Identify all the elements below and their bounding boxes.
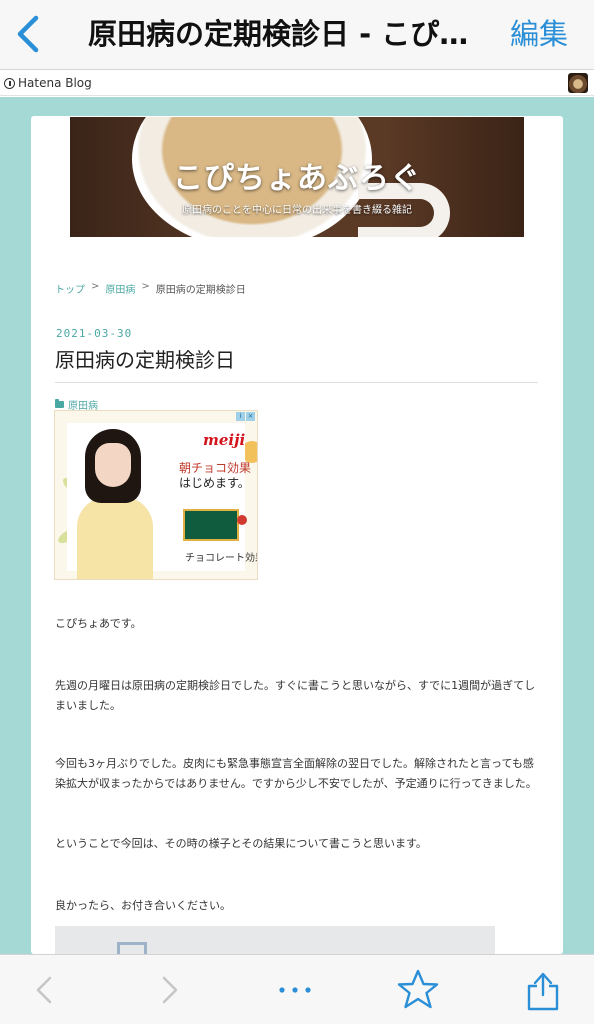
star-icon[interactable] (393, 965, 443, 1015)
more-icon[interactable] (270, 965, 320, 1015)
paragraph: ということで今回は、その時の様子とその結果について書こうと思います。 (55, 837, 427, 850)
hatena-logo-label: Hatena Blog (18, 76, 92, 90)
ad-product-name: チョコレート効果 (185, 553, 258, 564)
blog-header-banner[interactable]: こぴちょあぶろぐ 原田病のことを中心に日常の出来事を書き綴る雑記 (70, 117, 524, 237)
hatena-blog-bar: Hatena Blog (0, 71, 594, 96)
share-icon[interactable] (518, 965, 568, 1015)
ad-model-photo (77, 429, 155, 579)
breadcrumb-current: 原田病の定期検診日 (155, 285, 246, 296)
chevron-right-icon[interactable] (144, 965, 194, 1015)
hatena-logo-icon (4, 77, 15, 89)
advertisement-banner[interactable]: meiji 朝チョコ効果 はじめます。 チョコレート効果 i × (54, 410, 258, 580)
paragraph: 良かったら、お付き合いください。 (55, 899, 231, 912)
user-avatar[interactable] (568, 73, 588, 93)
paragraph: 先週の月曜日は原田病の定期検診日でした。すぐに書こうと思いながら、すでに1週間が… (55, 679, 536, 712)
ad-product-box (183, 509, 247, 541)
breadcrumb-top-link[interactable]: トップ (55, 281, 85, 296)
page-title: 原田病の定期検診日 - こぴ… (88, 17, 469, 51)
breadcrumb-separator: > (91, 281, 100, 292)
blog-title: こぴちょあぶろぐ (173, 161, 421, 196)
back-chevron-icon[interactable] (10, 12, 46, 56)
title-divider (55, 382, 538, 383)
hatena-blog-logo[interactable]: Hatena Blog (4, 75, 92, 91)
top-navigation-bar: 原田病の定期検診日 - こぴ… 編集 (0, 0, 594, 70)
bottom-toolbar (0, 954, 594, 1024)
blog-subtitle: 原田病のことを中心に日常の出来事を書き綴る雑記 (182, 205, 412, 216)
folder-icon (55, 399, 64, 408)
article-card: こぴちょあぶろぐ 原田病のことを中心に日常の出来事を書き綴る雑記 トップ > 原… (31, 116, 563, 954)
ad-choices[interactable]: i × (236, 412, 255, 421)
entry-title[interactable]: 原田病の定期検診日 (55, 344, 235, 373)
paragraph: 今回も3ヶ月ぶりでした。皮肉にも緊急事態宣言全面解除の翌日でした。解除されたと言… (55, 757, 537, 790)
ad-brand-logo: meiji (203, 431, 246, 449)
image-placeholder-shape (117, 942, 147, 954)
embedded-image[interactable] (55, 926, 495, 954)
breadcrumb-separator: > (141, 281, 150, 292)
entry-date-link[interactable]: 2021-03-30 (56, 327, 132, 340)
breadcrumb-category-link[interactable]: 原田病 (105, 281, 135, 296)
chevron-left-icon[interactable] (22, 965, 72, 1015)
breadcrumb: トップ > 原田病 > 原田病の定期検診日 (55, 281, 246, 296)
ad-close-icon[interactable]: × (246, 412, 255, 421)
edit-button[interactable]: 編集 (510, 12, 568, 56)
ad-subheadline: はじめます。 (179, 476, 250, 490)
ad-info-icon[interactable]: i (236, 412, 245, 421)
paragraph: こぴちょあです。 (55, 617, 142, 630)
